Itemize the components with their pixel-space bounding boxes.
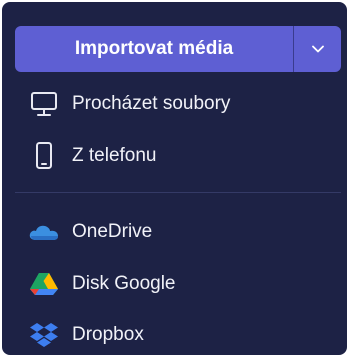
dropbox-icon (28, 319, 60, 351)
menu-item-label: Disk Google (72, 273, 176, 294)
import-media-button[interactable]: Importovat média (15, 26, 293, 72)
menu-item-dropbox[interactable]: Dropbox (28, 317, 144, 353)
phone-icon (28, 140, 60, 172)
menu-item-label: Dropbox (72, 324, 144, 345)
menu-item-onedrive[interactable]: OneDrive (28, 214, 152, 250)
chevron-down-icon (311, 45, 324, 53)
menu-item-label: OneDrive (72, 221, 153, 242)
menu-item-google-drive[interactable]: Disk Google (28, 266, 176, 302)
menu-item-from-phone[interactable]: Z telefonu (28, 138, 157, 174)
import-media-dropdown-button[interactable] (294, 26, 341, 72)
onedrive-icon (28, 216, 60, 248)
monitor-icon (28, 88, 60, 120)
menu-separator (15, 192, 341, 193)
menu-item-label: Z telefonu (72, 145, 157, 166)
menu-item-label: Procházet soubory (72, 93, 231, 114)
google-drive-icon (28, 268, 60, 300)
import-media-split-button: Importovat média (15, 26, 341, 72)
menu-item-browse-files[interactable]: Procházet soubory (28, 86, 230, 122)
import-media-panel: Importovat média Procházet soubory Z tel… (2, 2, 347, 355)
